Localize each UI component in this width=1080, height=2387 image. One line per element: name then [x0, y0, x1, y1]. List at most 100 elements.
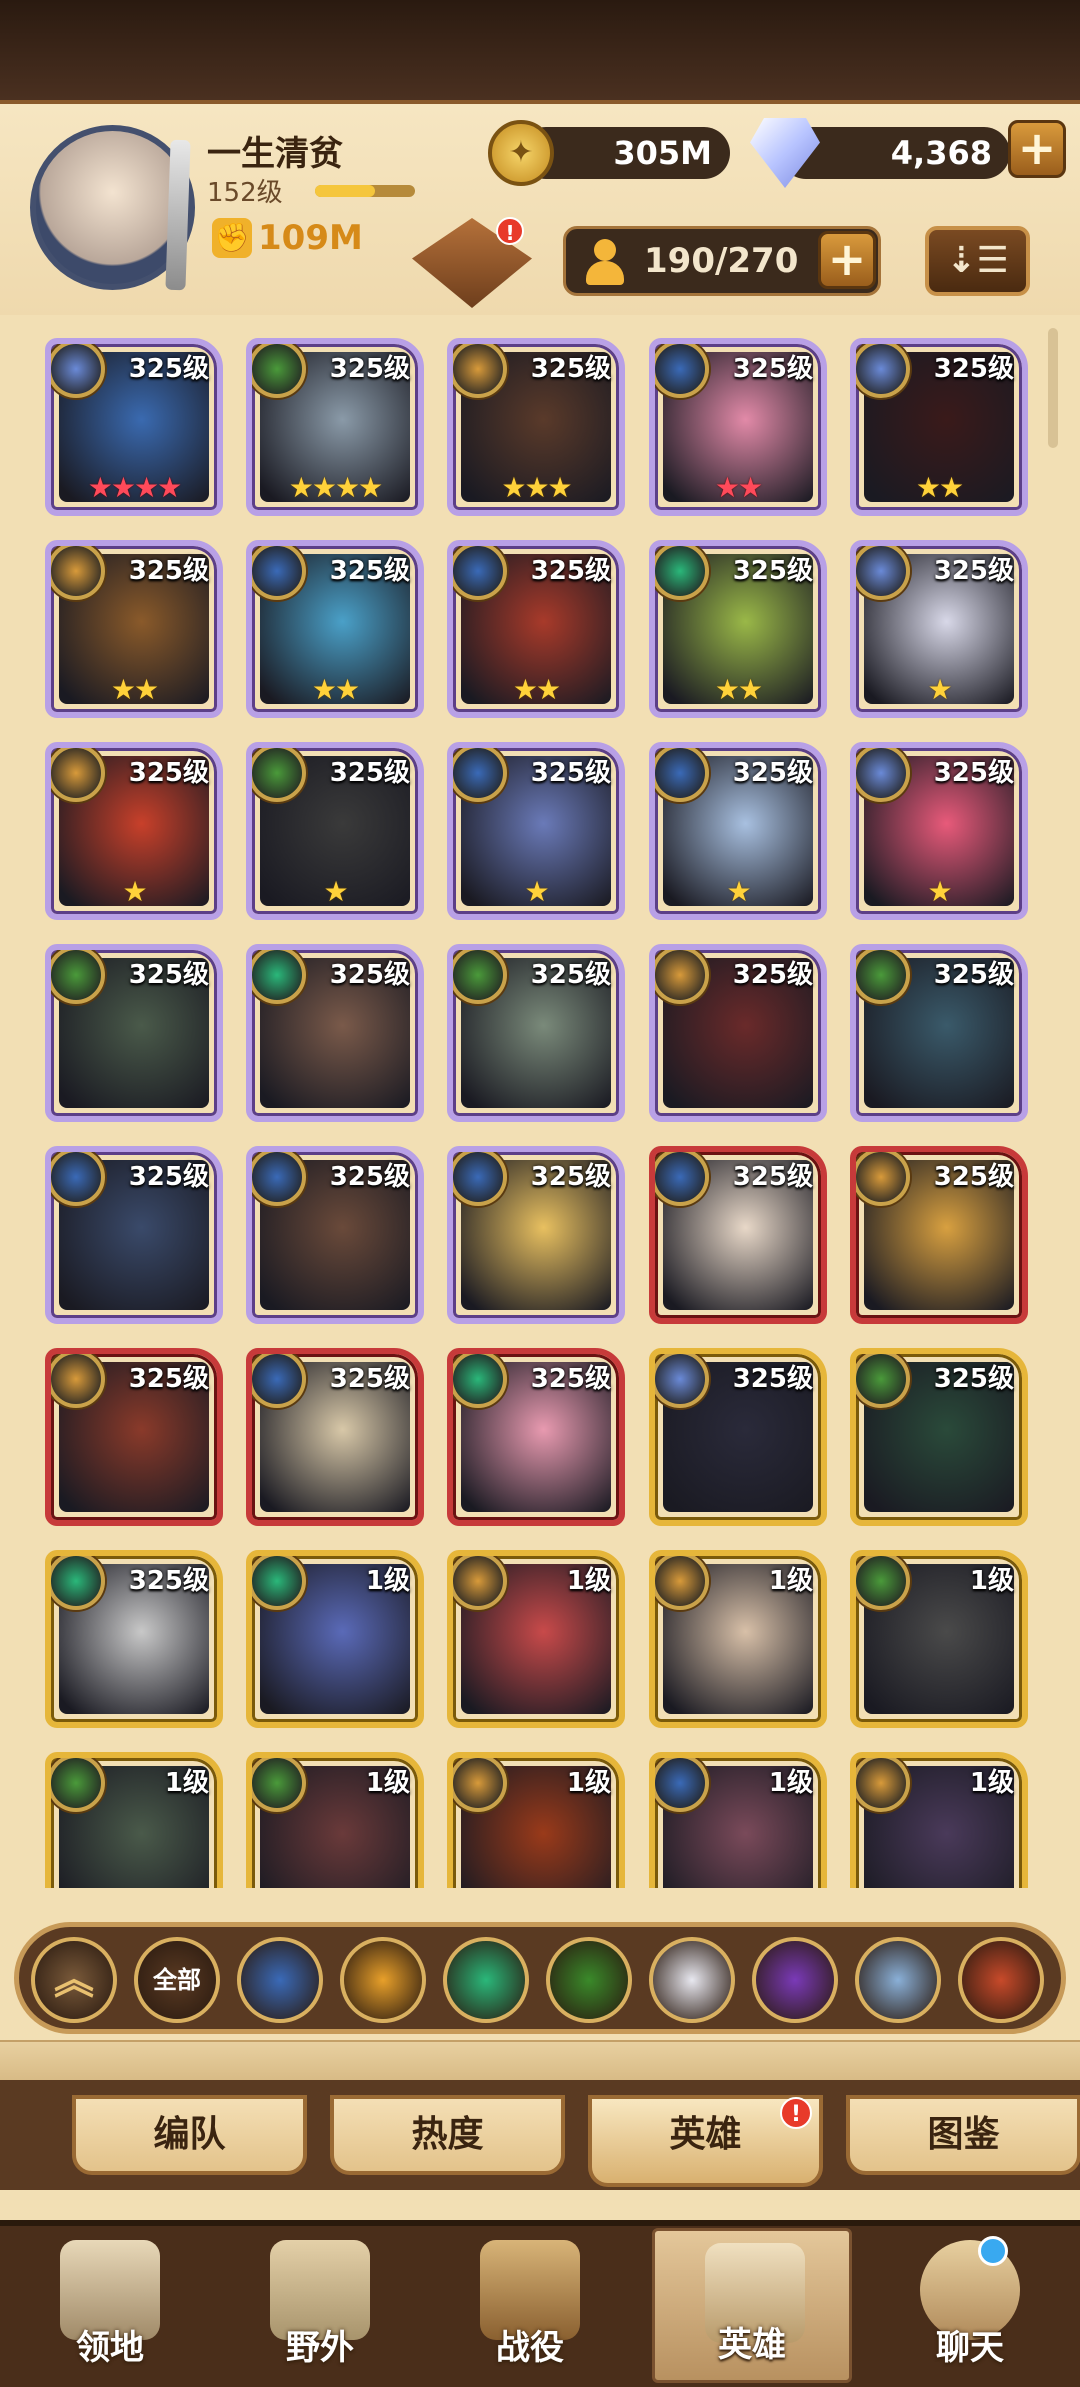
person-icon: [584, 239, 626, 285]
hero-card[interactable]: 325级 ★: [649, 742, 827, 920]
tab-popularity[interactable]: 热度: [330, 2095, 565, 2175]
wilder-faction-icon: [252, 748, 306, 802]
hero-stars: ★★: [110, 673, 159, 706]
scrollbar[interactable]: [1048, 328, 1058, 448]
hero-level: 325级: [128, 1566, 209, 1596]
tab-formation[interactable]: 编队: [72, 2095, 307, 2175]
nav-heroes[interactable]: 英雄: [652, 2228, 852, 2383]
hero-card[interactable]: 325级: [649, 1146, 827, 1324]
hero-card[interactable]: 1级: [850, 1752, 1028, 1888]
hero-level: 1级: [969, 1566, 1014, 1596]
hypogean-filter-button[interactable]: [752, 1937, 838, 2023]
wilder-faction-icon: [453, 950, 507, 1004]
graveborn-faction-icon: [655, 1556, 709, 1610]
hero-card[interactable]: 325级: [649, 944, 827, 1122]
graveborn-filter-button[interactable]: [546, 1937, 632, 2023]
add-diamonds-button[interactable]: +: [1008, 120, 1066, 178]
hero-card[interactable]: 325级 ★★★★: [45, 338, 223, 516]
hero-card[interactable]: 325级: [447, 1146, 625, 1324]
hero-card[interactable]: 1级: [447, 1752, 625, 1888]
hero-card[interactable]: 325级 ★: [246, 742, 424, 920]
hero-card[interactable]: 1级: [447, 1550, 625, 1728]
heroes-tab-alert: !: [780, 2097, 812, 2129]
hero-card[interactable]: 325级 ★★★: [447, 338, 625, 516]
expand-capacity-button[interactable]: +: [818, 231, 876, 289]
collapse-filter-button[interactable]: ︽: [31, 1937, 117, 2023]
hero-card[interactable]: 1级: [649, 1752, 827, 1888]
lightbearer-faction-icon: [453, 546, 507, 600]
hero-card[interactable]: 325级: [447, 944, 625, 1122]
wilder-faction-icon: [252, 1758, 306, 1812]
hero-card[interactable]: 325级: [45, 944, 223, 1122]
wilder-faction-icon: [252, 344, 306, 398]
graveborn-faction-icon: [453, 1556, 507, 1610]
all-filter-button[interactable]: 全部: [134, 1937, 220, 2023]
hero-card[interactable]: 1级: [45, 1752, 223, 1888]
hero-card[interactable]: 325级 ★: [850, 742, 1028, 920]
hero-card[interactable]: 325级 ★★: [649, 338, 827, 516]
hero-card[interactable]: 325级 ★: [447, 742, 625, 920]
hero-level: 325级: [530, 354, 611, 384]
maulers-faction-icon: [252, 950, 306, 1004]
maulers-filter-button[interactable]: [340, 1937, 426, 2023]
hero-card[interactable]: 325级: [45, 1550, 223, 1728]
sort-button[interactable]: ⇣☰: [925, 226, 1030, 296]
hero-level: 325级: [732, 1364, 813, 1394]
hero-stars: ★: [726, 875, 751, 908]
lightbearer-faction-icon: [655, 1152, 709, 1206]
dimensional-filter-button[interactable]: [855, 1937, 941, 2023]
hero-card[interactable]: 325级: [850, 1348, 1028, 1526]
lightbearer-filter-button[interactable]: [237, 1937, 323, 2023]
maulers-faction-icon: [655, 546, 709, 600]
wilder-filter-button[interactable]: [443, 1937, 529, 2023]
hero-card[interactable]: 325级: [246, 944, 424, 1122]
hero-stars: ★★★: [501, 471, 572, 504]
hero-level: 325级: [128, 1364, 209, 1394]
hero-card[interactable]: 325级: [45, 1348, 223, 1526]
hero-level: 1级: [365, 1566, 410, 1596]
hero-card[interactable]: 325级 ★★: [45, 540, 223, 718]
hero-card[interactable]: 325级: [850, 944, 1028, 1122]
hero-card[interactable]: 325级 ★★: [447, 540, 625, 718]
hero-card[interactable]: 325级 ★★: [850, 338, 1028, 516]
graveborn-faction-icon: [856, 1758, 910, 1812]
graveborn-faction-icon: [51, 1354, 105, 1408]
hero-card[interactable]: 325级: [447, 1348, 625, 1526]
hero-level: 325级: [329, 758, 410, 788]
exp-bar: [315, 185, 415, 197]
nav-wilderness[interactable]: 野外: [220, 2228, 420, 2383]
hero-card[interactable]: 325级 ★★: [649, 540, 827, 718]
hero-level: 325级: [933, 354, 1014, 384]
hero-card[interactable]: 325级: [649, 1348, 827, 1526]
hero-card[interactable]: 1级: [246, 1550, 424, 1728]
hero-card[interactable]: 325级 ★: [45, 742, 223, 920]
nav-territory[interactable]: 领地: [10, 2228, 210, 2383]
hero-level: 325级: [128, 960, 209, 990]
lightbearer-faction-icon: [655, 344, 709, 398]
hero-level: 1级: [566, 1566, 611, 1596]
hero-card[interactable]: 325级: [850, 1146, 1028, 1324]
hero-card[interactable]: 1级: [850, 1550, 1028, 1728]
tab-codex[interactable]: 图鉴: [846, 2095, 1080, 2175]
dragon-filter-button[interactable]: [958, 1937, 1044, 2023]
nav-wilderness-label: 野外: [286, 2328, 354, 2368]
maulers-faction-icon: [453, 1354, 507, 1408]
nav-chat[interactable]: 聊天: [870, 2228, 1070, 2383]
lightbearer-faction-icon: [252, 546, 306, 600]
hero-card[interactable]: 325级 ★★: [246, 540, 424, 718]
hero-card[interactable]: 325级: [246, 1348, 424, 1526]
hero-card[interactable]: 1级: [649, 1550, 827, 1728]
nav-campaign[interactable]: 战役: [430, 2228, 630, 2383]
celestial-filter-button[interactable]: [649, 1937, 735, 2023]
hero-card[interactable]: 1级: [246, 1752, 424, 1888]
hero-stars: ★★: [915, 471, 964, 504]
hero-level: 325级: [329, 960, 410, 990]
wilder-faction-icon: [856, 1354, 910, 1408]
hero-card[interactable]: 325级: [246, 1146, 424, 1324]
hero-card[interactable]: 325级: [45, 1146, 223, 1324]
graveborn-faction-icon: [51, 748, 105, 802]
hero-card[interactable]: 325级 ★: [850, 540, 1028, 718]
hero-level: 325级: [128, 1162, 209, 1192]
wilder-faction-icon: [856, 1556, 910, 1610]
hero-card[interactable]: 325级 ★★★★: [246, 338, 424, 516]
